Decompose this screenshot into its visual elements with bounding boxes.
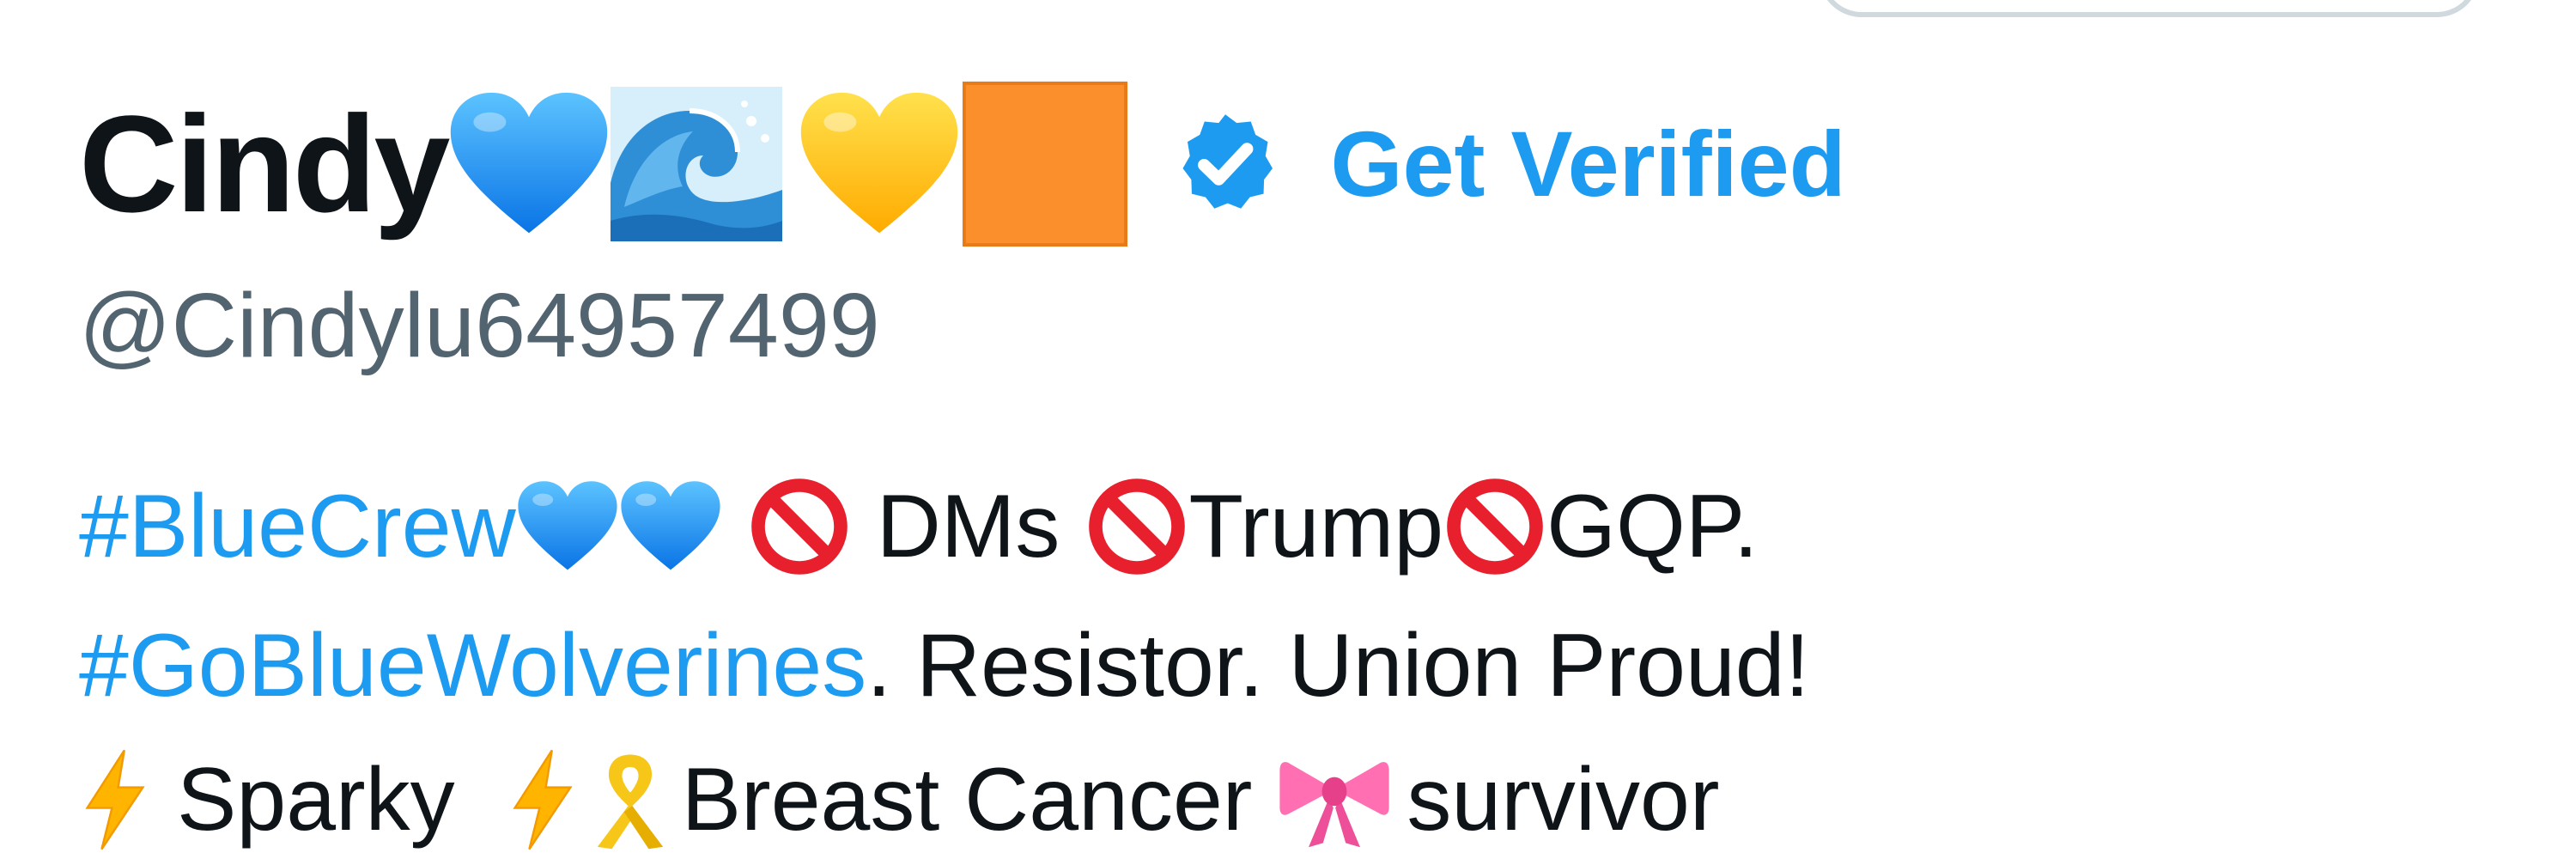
hashtag-bluecrew[interactable]: #BlueCrew xyxy=(79,482,516,571)
bio-text-sparky: Sparky xyxy=(177,750,455,850)
prohibited-icon xyxy=(1085,475,1188,578)
blue-heart-icon xyxy=(516,478,619,575)
hashtag-gobluewolverines[interactable]: #GoBlueWolverines xyxy=(79,621,866,710)
blue-heart-icon xyxy=(447,89,611,240)
profile-name-row: Cindy Get Verified xyxy=(79,65,1846,263)
blue-heart-icon xyxy=(619,478,722,575)
profile-handle: @Cindylu64957499 xyxy=(79,275,880,376)
bio-text-trump: Trump xyxy=(1188,477,1444,576)
verified-badge[interactable] xyxy=(1169,107,1282,221)
water-wave-icon xyxy=(611,87,783,241)
lightning-icon xyxy=(507,748,579,851)
display-name: Cindy xyxy=(79,87,450,241)
bio-text-survivor: survivor xyxy=(1406,750,1720,850)
bio-text-resistor-union: . Resistor. Union Proud! xyxy=(866,616,1810,716)
bio-line-3: Sparky Breast Cancer survivor xyxy=(79,744,1719,856)
bio-text-breast-cancer: Breast Cancer xyxy=(681,750,1253,850)
get-verified-link[interactable]: Get Verified xyxy=(1330,118,1845,210)
pink-bow-icon xyxy=(1278,748,1391,851)
bio-text-dms: DMs xyxy=(876,477,1060,576)
orange-square-icon xyxy=(961,80,1129,248)
edit-profile-button[interactable] xyxy=(1819,0,2480,17)
bio-line-1: #BlueCrew DMs Trump GQP. xyxy=(79,471,1759,582)
yellow-ribbon-icon xyxy=(579,746,682,853)
verified-badge-icon xyxy=(1182,114,1273,209)
bio-text-gqp: GQP. xyxy=(1546,477,1759,576)
prohibited-icon xyxy=(748,475,851,578)
prohibited-icon xyxy=(1443,475,1546,578)
lightning-icon xyxy=(79,748,151,851)
profile-header: Cindy Get Verified @Cindylu64957499 #Blu… xyxy=(0,0,2576,859)
yellow-heart-icon xyxy=(798,89,961,240)
bio-line-2: #GoBlueWolverines . Resistor. Union Prou… xyxy=(79,610,1810,722)
